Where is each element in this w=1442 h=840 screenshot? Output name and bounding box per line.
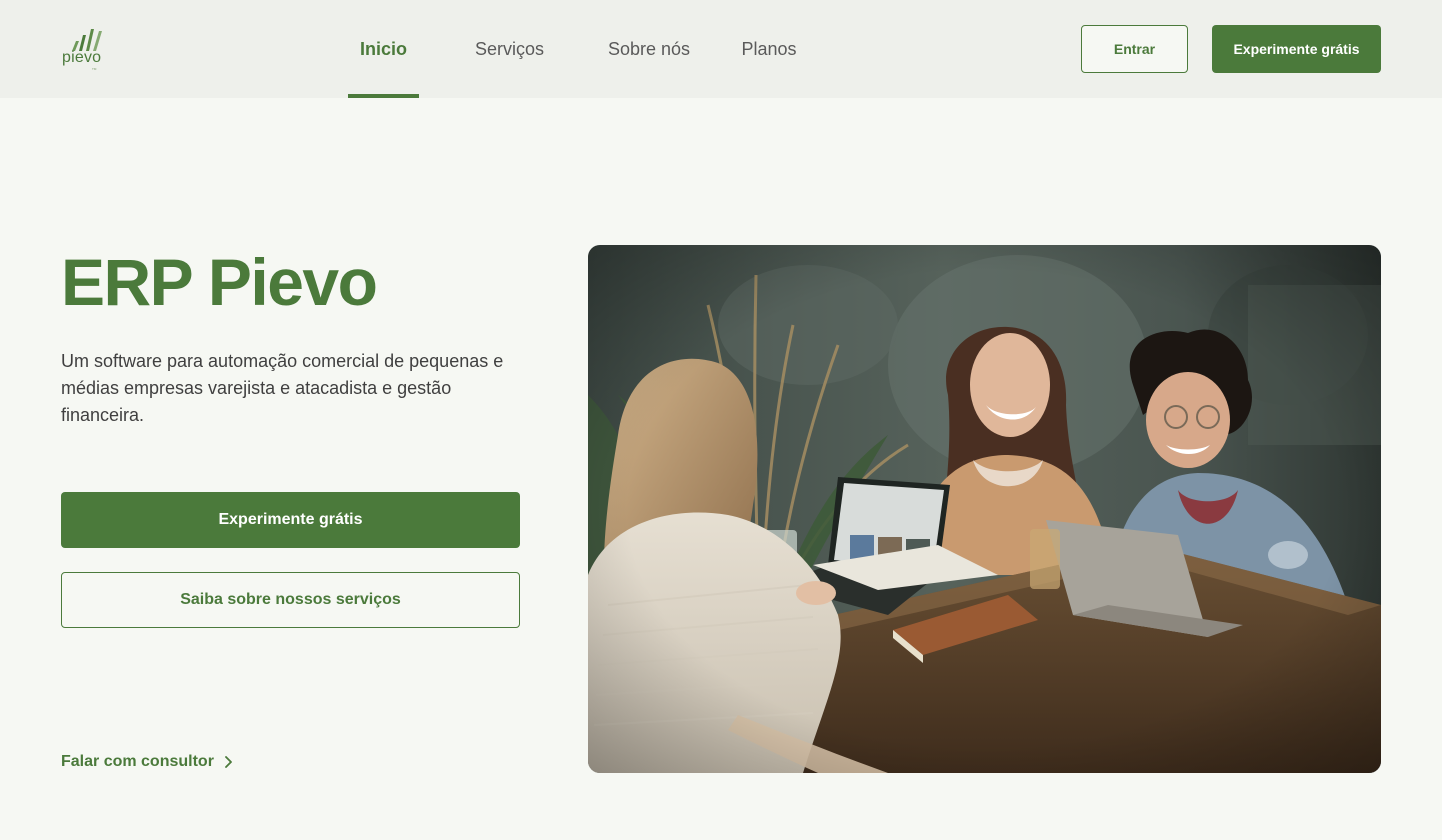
logo-bars-icon (72, 29, 102, 51)
hero-title: ERP Pievo (61, 245, 378, 319)
header-try-free-button[interactable]: Experimente grátis (1212, 25, 1381, 73)
hero-team-photo (588, 245, 1381, 773)
nav-item-servicos[interactable]: Serviços (444, 0, 575, 98)
learn-services-button[interactable]: Saiba sobre nossos serviços (61, 572, 520, 628)
main-nav: Inicio Serviços Sobre nós Planos (348, 0, 815, 98)
logo-wordmark: pievo (62, 49, 102, 66)
hero-description: Um software para automação comercial de … (61, 351, 504, 425)
site-header: pievo TM Inicio Serviços Sobre nós Plano… (0, 0, 1442, 98)
pievo-logo[interactable]: pievo TM (62, 27, 112, 71)
logo-trademark: TM (92, 67, 97, 71)
talk-to-consultant-link[interactable]: Falar com consultor (61, 750, 234, 774)
consult-link-label: Falar com consultor (61, 753, 214, 770)
nav-item-inicio[interactable]: Inicio (348, 0, 419, 98)
team-photo-illustration (588, 245, 1381, 773)
chevron-right-icon (225, 756, 232, 768)
nav-item-planos[interactable]: Planos (723, 0, 815, 98)
login-button[interactable]: Entrar (1081, 25, 1188, 73)
hero-try-free-button[interactable]: Experimente grátis (61, 492, 520, 548)
nav-item-sobre-nos[interactable]: Sobre nós (587, 0, 711, 98)
